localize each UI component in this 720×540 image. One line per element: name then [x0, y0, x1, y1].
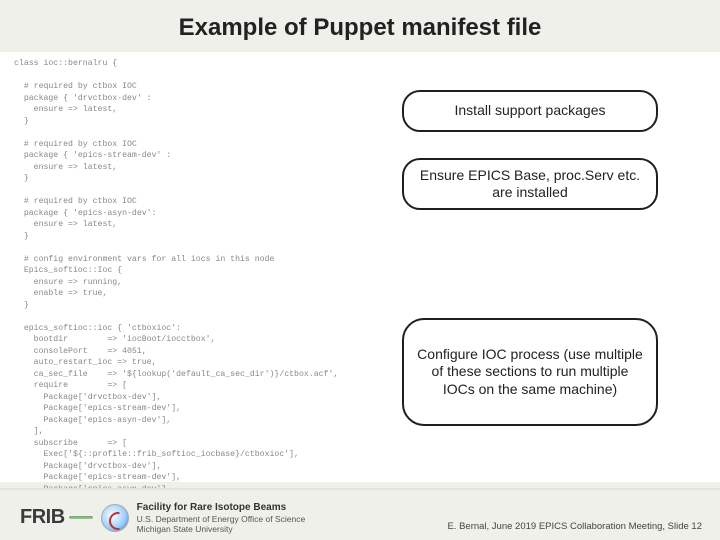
facility-line2: U.S. Department of Energy Office of Scie…	[137, 514, 306, 524]
frib-logo: FRIB	[20, 506, 93, 529]
logo-area: FRIB Facility for Rare Isotope Beams U.S…	[20, 502, 305, 534]
callout-install: Install support packages	[402, 90, 658, 132]
callout-configure-text: Configure IOC process (use multiple of t…	[414, 346, 646, 399]
footer: FRIB Facility for Rare Isotope Beams U.S…	[0, 488, 720, 540]
callout-ensure: Ensure EPICS Base, proc.Serv etc. are in…	[402, 158, 658, 210]
content-area: class ioc::bernalru { # required by ctbo…	[0, 52, 720, 482]
facility-line3: Michigan State University	[137, 524, 306, 534]
callout-install-text: Install support packages	[455, 102, 606, 120]
frib-logo-text: FRIB	[20, 506, 65, 529]
facility-line1: Facility for Rare Isotope Beams	[137, 502, 306, 514]
callout-ensure-text: Ensure EPICS Base, proc.Serv etc. are in…	[414, 167, 646, 202]
facility-text: Facility for Rare Isotope Beams U.S. Dep…	[137, 502, 306, 534]
slide-title: Example of Puppet manifest file	[0, 0, 720, 52]
frib-logo-accent	[69, 516, 93, 519]
callout-configure: Configure IOC process (use multiple of t…	[402, 318, 658, 426]
doe-seal-icon	[101, 504, 129, 532]
manifest-code: class ioc::bernalru { # required by ctbo…	[14, 58, 338, 530]
slide-meta: E. Bernal, June 2019 EPICS Collaboration…	[447, 521, 702, 532]
